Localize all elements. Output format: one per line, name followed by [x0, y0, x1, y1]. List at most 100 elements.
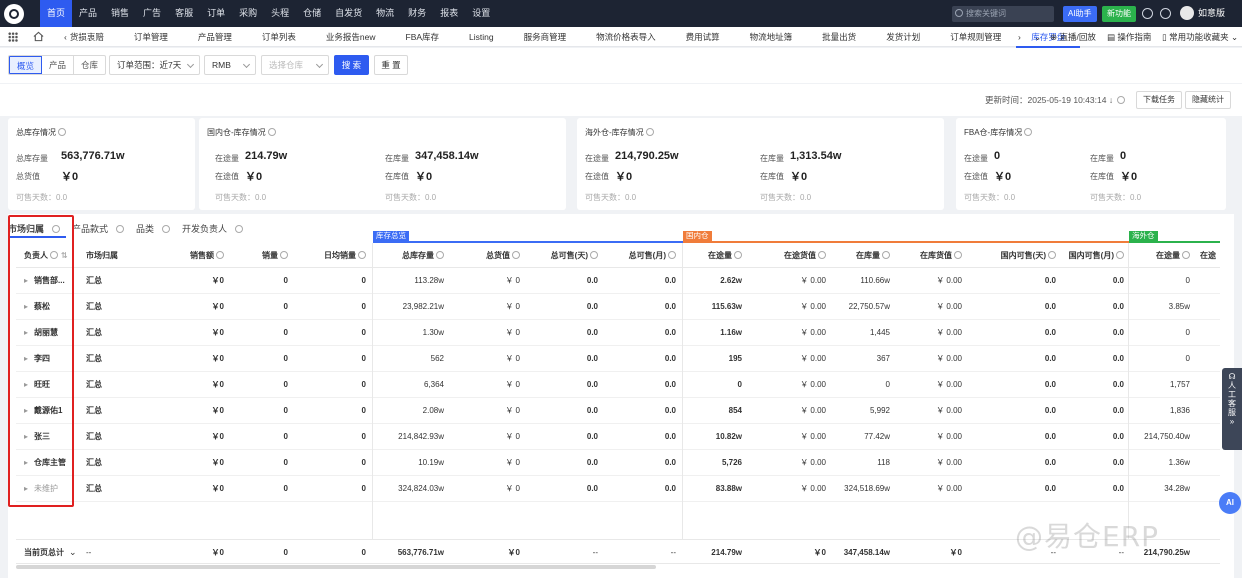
back-tab[interactable]: ‹ 货损衷赔 — [52, 27, 119, 47]
menu-item[interactable]: 头程 — [264, 0, 296, 27]
ai-assistant-button[interactable]: AI助手 — [1063, 6, 1097, 22]
table-row[interactable]: ▸ 李四 汇总 ￥0 0 0 562 ￥ 0 0.0 0.0 195 ￥ 0.00 367 ￥ 0.00 0… — [16, 346, 1220, 372]
help-icon[interactable] — [645, 128, 654, 136]
segment-1[interactable]: 产品 — [42, 56, 75, 74]
help-icon[interactable] — [1116, 251, 1124, 259]
headset-icon[interactable] — [1160, 8, 1171, 19]
column-header[interactable]: 总可售(天) — [530, 243, 598, 268]
table-row[interactable]: ▸ 蔡松 汇总 ￥0 0 0 23,982.21w ￥ 0 0.0 0.0 115.63w ￥ 0.0… — [16, 294, 1220, 320]
column-header[interactable]: 在库量 — [830, 243, 890, 268]
favorites-link[interactable]: ▯ 常用功能收藏夹 ⌄ — [1162, 27, 1238, 47]
menu-item[interactable]: 销售 — [104, 0, 136, 27]
apps-grid-icon[interactable] — [8, 32, 18, 42]
menu-item[interactable]: 客服 — [168, 0, 200, 27]
menu-item[interactable]: 设置 — [465, 0, 497, 27]
avatar[interactable] — [1180, 6, 1194, 20]
search-button[interactable]: 搜 索 — [334, 55, 369, 75]
menu-item[interactable]: 报表 — [433, 0, 465, 27]
tab-item[interactable]: 订单规则管理 — [935, 27, 1016, 47]
menu-item[interactable]: 财务 — [401, 0, 433, 27]
tab-scroll-right-icon[interactable]: › — [1018, 27, 1021, 47]
subtab-item[interactable]: 产品款式 — [72, 222, 130, 236]
tab-item[interactable]: 产品管理 — [183, 27, 247, 47]
column-header[interactable]: 总货值 — [450, 243, 520, 268]
help-icon[interactable] — [1182, 251, 1190, 259]
tab-item[interactable]: 服务商管理 — [509, 27, 582, 47]
logo-icon[interactable] — [4, 4, 24, 24]
ai-chat-bubble[interactable]: AI — [1219, 492, 1241, 514]
tab-item[interactable]: 批量出货 — [807, 27, 871, 47]
column-header[interactable]: 在途量 — [688, 243, 742, 268]
menu-item[interactable]: 广告 — [136, 0, 168, 27]
sort-arrow-icon[interactable]: ↓ — [1109, 95, 1113, 105]
help-icon[interactable] — [590, 251, 598, 259]
tab-item[interactable]: 物流地址簿 — [735, 27, 808, 47]
tab-item[interactable]: 订单列表 — [247, 27, 311, 47]
menu-item[interactable]: 仓储 — [296, 0, 328, 27]
help-icon[interactable] — [235, 225, 244, 233]
human-service-button[interactable]: ☊ 人工客服» — [1222, 368, 1242, 450]
help-icon[interactable] — [216, 251, 224, 259]
help-icon[interactable] — [116, 225, 125, 233]
tab-dropdown-icon[interactable]: ⌄ — [1034, 27, 1041, 47]
column-header[interactable]: 在库货值 — [896, 243, 962, 268]
tab-item[interactable]: 发货计划 — [871, 27, 935, 47]
tab-item[interactable]: Listing — [454, 27, 509, 47]
global-search-input[interactable]: 搜索关键词 — [952, 6, 1054, 22]
help-icon[interactable] — [734, 251, 742, 259]
column-header[interactable]: 在途 — [1200, 243, 1216, 268]
subtab-item[interactable]: 品类 — [136, 222, 176, 236]
column-header[interactable]: 国内可售(天) — [972, 243, 1056, 268]
help-icon[interactable] — [58, 128, 66, 136]
column-header[interactable]: 日均销量 — [298, 243, 366, 268]
help-icon[interactable] — [162, 225, 171, 233]
segment-2[interactable]: 仓库 — [74, 56, 105, 74]
help-icon[interactable] — [882, 251, 890, 259]
new-feature-button[interactable]: 新功能 — [1102, 6, 1136, 22]
table-row[interactable]: ▸ 张三 汇总 ￥0 0 0 214,842.93w ￥ 0 0.0 0.0 10.82w ￥ 0.0… — [16, 424, 1220, 450]
column-header[interactable]: 总可售(月) — [610, 243, 676, 268]
table-row[interactable]: ▸ 仓库主管 汇总 ￥0 0 0 10.19w ￥ 0 0.0 0.0 5,726 ￥ 0.00 118… — [16, 450, 1220, 476]
menu-item[interactable]: 采购 — [232, 0, 264, 27]
segment-0[interactable]: 概览 — [9, 56, 43, 74]
currency-select[interactable]: RMB — [204, 55, 256, 75]
help-icon[interactable] — [954, 251, 962, 259]
help-icon[interactable] — [436, 251, 444, 259]
chevron-down-icon[interactable]: ⌄ — [69, 540, 77, 565]
column-header[interactable]: 在途量 — [1130, 243, 1190, 268]
menu-item[interactable]: 产品 — [72, 0, 104, 27]
reset-button[interactable]: 重 置 — [374, 55, 408, 75]
tab-item[interactable]: 物流价格表导入 — [581, 27, 671, 47]
download-tasks-button[interactable]: 下载任务 — [1136, 91, 1182, 109]
info-icon[interactable] — [1142, 8, 1153, 19]
order-range-select[interactable]: 订单范围：近7天 — [109, 55, 200, 75]
help-icon[interactable] — [267, 128, 276, 136]
help-icon[interactable] — [1024, 128, 1033, 136]
tab-item[interactable]: FBA库存 — [391, 27, 455, 47]
table-row[interactable]: ▸ 戴源佑1 汇总 ￥0 0 0 2.08w ￥ 0 0.0 0.0 854 ￥ 0.00 5,992 ￥… — [16, 398, 1220, 424]
tab-item[interactable]: 费用试算 — [671, 27, 735, 47]
home-icon[interactable] — [33, 31, 44, 42]
subtab-item[interactable]: 开发负责人 — [182, 222, 249, 236]
horizontal-scrollbar[interactable] — [16, 565, 656, 569]
help-icon[interactable] — [818, 251, 826, 259]
table-row[interactable]: ▸ 胡丽慧 汇总 ￥0 0 0 1.30w ￥ 0 0.0 0.0 1.16w ￥ 0.00 1,445… — [16, 320, 1220, 346]
operation-guide-link[interactable]: ▤ 操作指南 — [1107, 27, 1151, 47]
column-header[interactable]: 总库存量 — [376, 243, 444, 268]
help-icon[interactable] — [1048, 251, 1056, 259]
table-row[interactable]: ▸ 未维护 汇总 ￥0 0 0 324,824.03w ￥ 0 0.0 0.0 83.88w ￥ 0.… — [16, 476, 1220, 502]
user-name[interactable]: 如意版 — [1198, 0, 1225, 27]
help-icon[interactable] — [512, 251, 520, 259]
warehouse-select[interactable]: 选择仓库 — [261, 55, 329, 75]
help-icon[interactable] — [668, 251, 676, 259]
table-row[interactable]: ▸ 旺旺 汇总 ￥0 0 0 6,364 ￥ 0 0.0 0.0 0 ￥ 0.00 0 ￥ 0.00 0.0… — [16, 372, 1220, 398]
help-icon[interactable] — [1117, 96, 1126, 104]
column-header[interactable]: 市场归属 — [86, 243, 118, 268]
column-header[interactable]: 国内可售(月) — [1056, 243, 1124, 268]
table-row[interactable]: ▸ 销售部... 汇总 ￥0 0 0 113.28w ￥ 0 0.0 0.0 2.62w ￥ 0.00… — [16, 268, 1220, 294]
hide-stats-button[interactable]: 隐藏统计 — [1185, 91, 1231, 109]
help-icon[interactable] — [280, 251, 288, 259]
tab-item[interactable]: 业务报告new — [311, 27, 391, 47]
column-header[interactable]: 在途货值 — [748, 243, 826, 268]
help-icon[interactable] — [358, 251, 366, 259]
